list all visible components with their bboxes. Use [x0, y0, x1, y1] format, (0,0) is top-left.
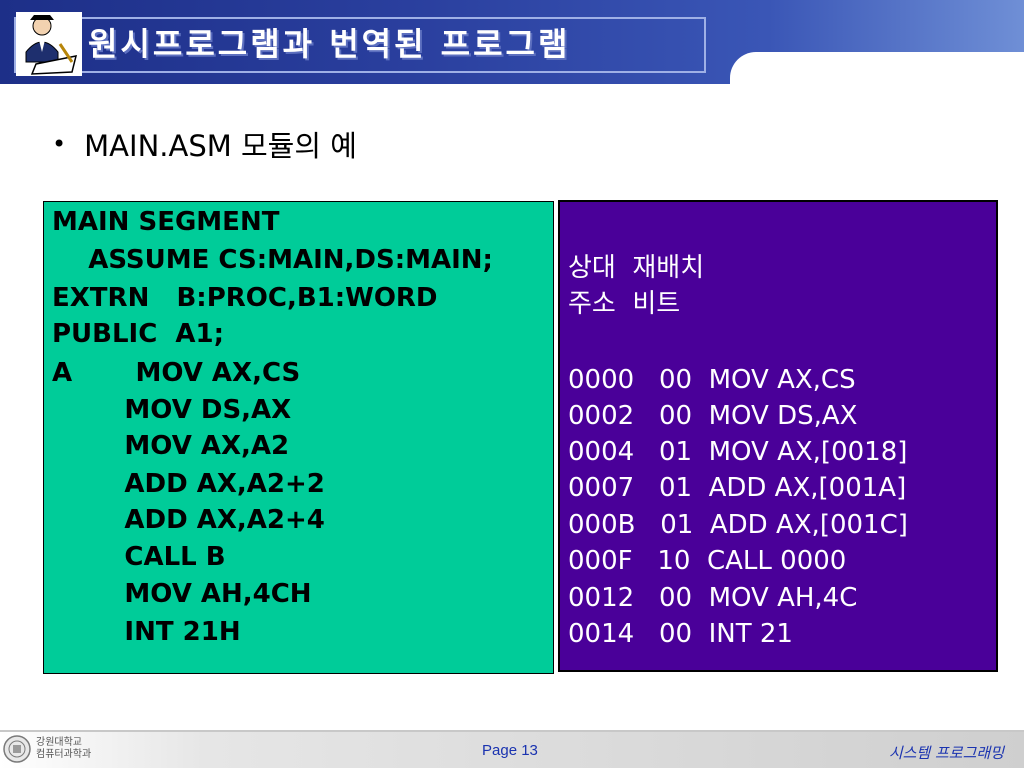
university-line2: 컴퓨터과학과 [36, 749, 92, 760]
code-line: CALL B [52, 542, 226, 572]
code-line: ASSUME CS:MAIN,DS:MAIN; [52, 245, 493, 275]
bullet-item: • MAIN.ASM 모듈의 예 [52, 124, 357, 164]
code-line: MOV AX,A2 [52, 431, 290, 461]
output-line: 0007 01 ADD AX,[001A] [568, 473, 907, 503]
presenter-icon [16, 12, 82, 76]
code-line: MAIN SEGMENT [52, 207, 280, 237]
code-line: A MOV AX,CS [52, 358, 301, 388]
output-line: 0000 00 MOV AX,CS [568, 365, 856, 395]
translated-code-panel: 상대 재배치 주소 비트 0000 00 MOV AX,CS 0002 00 M… [558, 200, 998, 672]
code-line: EXTRN B:PROC,B1:WORD [52, 283, 438, 313]
university-seal-icon [3, 735, 31, 763]
course-name: 시스템 프로그래밍 [888, 744, 1004, 762]
source-code-panel: MAIN SEGMENT ASSUME CS:MAIN,DS:MAIN; EXT… [43, 201, 554, 674]
output-line: 0004 01 MOV AX,[0018] [568, 437, 908, 467]
output-line: 0014 00 INT 21 [568, 619, 793, 649]
output-line: 0012 00 MOV AH,4C [568, 583, 858, 613]
page-number: Page 13 [482, 742, 538, 759]
output-line: 000F 10 CALL 0000 [568, 546, 847, 576]
bullet-text: MAIN.ASM 모듈의 예 [84, 129, 357, 163]
header-decoration [730, 52, 1024, 112]
code-line: PUBLIC A1; [52, 319, 225, 349]
code-line: MOV DS,AX [52, 395, 292, 425]
column-header-line1: 상대 재배치 [568, 253, 705, 283]
code-line: ADD AX,A2+2 [52, 469, 325, 499]
column-header-line2: 주소 비트 [568, 289, 681, 319]
code-line: INT 21H [52, 617, 241, 647]
code-line: MOV AH,4CH [52, 579, 312, 609]
bullet-icon: • [52, 130, 67, 158]
code-line: ADD AX,A2+4 [52, 505, 325, 535]
university-line1: 강원대학교 [36, 737, 82, 748]
output-line: 000B 01 ADD AX,[001C] [568, 510, 908, 540]
output-line: 0002 00 MOV DS,AX [568, 401, 858, 431]
page-title: 원시프로그램과 번역된 프로그램 [88, 25, 571, 63]
university-name: 강원대학교 컴퓨터과학과 [36, 737, 91, 761]
